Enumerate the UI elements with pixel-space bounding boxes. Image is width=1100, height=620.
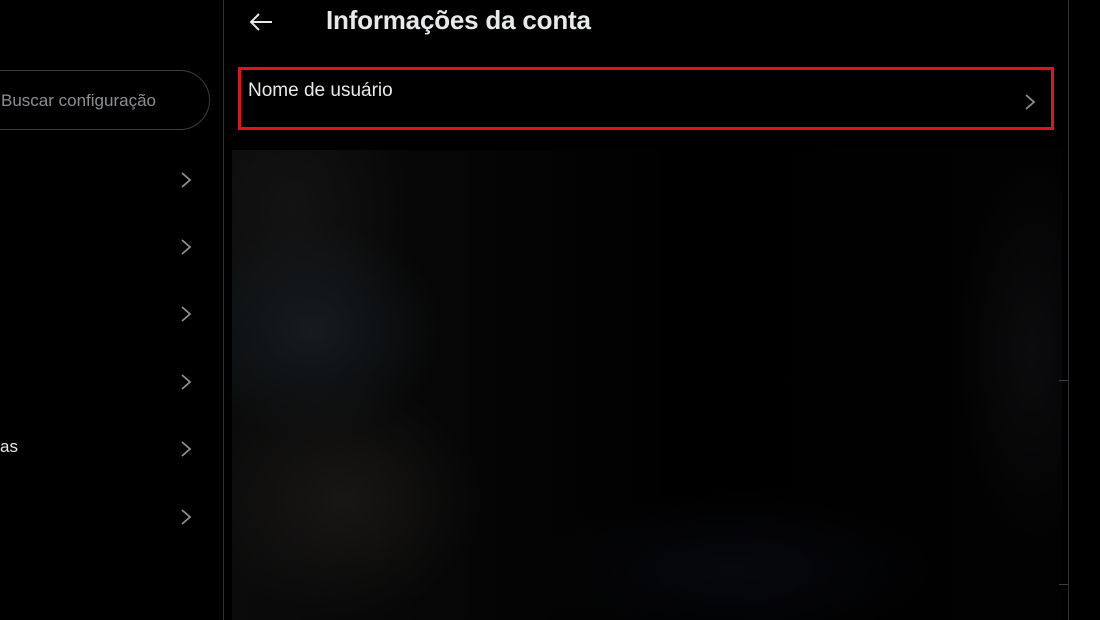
arrow-left-icon[interactable] <box>246 8 276 36</box>
account-info-panel: Informações da conta Nome de usuário <box>224 0 1068 620</box>
divider-tick <box>1059 380 1068 381</box>
settings-item-label: as <box>0 437 18 456</box>
username-row[interactable]: Nome de usuário <box>238 67 1054 130</box>
settings-item-2[interactable] <box>0 215 223 275</box>
settings-item-5[interactable]: as <box>0 417 223 477</box>
settings-item-4[interactable] <box>0 350 223 410</box>
settings-item-1[interactable] <box>0 148 223 208</box>
divider-tick <box>1059 584 1068 585</box>
panel-header: Informações da conta <box>224 0 1068 46</box>
app-window: Buscar configuração as Informações da co… <box>0 0 1100 620</box>
search-placeholder: Buscar configuração <box>1 91 156 110</box>
username-label: Nome de usuário <box>248 80 393 101</box>
settings-search-input[interactable]: Buscar configuração <box>0 70 210 130</box>
chevron-right-icon <box>181 374 192 390</box>
right-column <box>1069 0 1100 620</box>
chevron-right-icon <box>181 509 192 525</box>
page-title: Informações da conta <box>326 5 591 35</box>
settings-sidebar: Buscar configuração as <box>0 0 223 620</box>
chevron-right-icon <box>1025 94 1036 110</box>
chevron-right-icon <box>181 441 192 457</box>
settings-item-6[interactable] <box>0 485 223 545</box>
chevron-right-icon <box>181 239 192 255</box>
chevron-right-icon <box>181 306 192 322</box>
chevron-right-icon <box>181 172 192 188</box>
settings-item-3[interactable] <box>0 282 223 342</box>
blurred-content <box>232 150 1062 620</box>
